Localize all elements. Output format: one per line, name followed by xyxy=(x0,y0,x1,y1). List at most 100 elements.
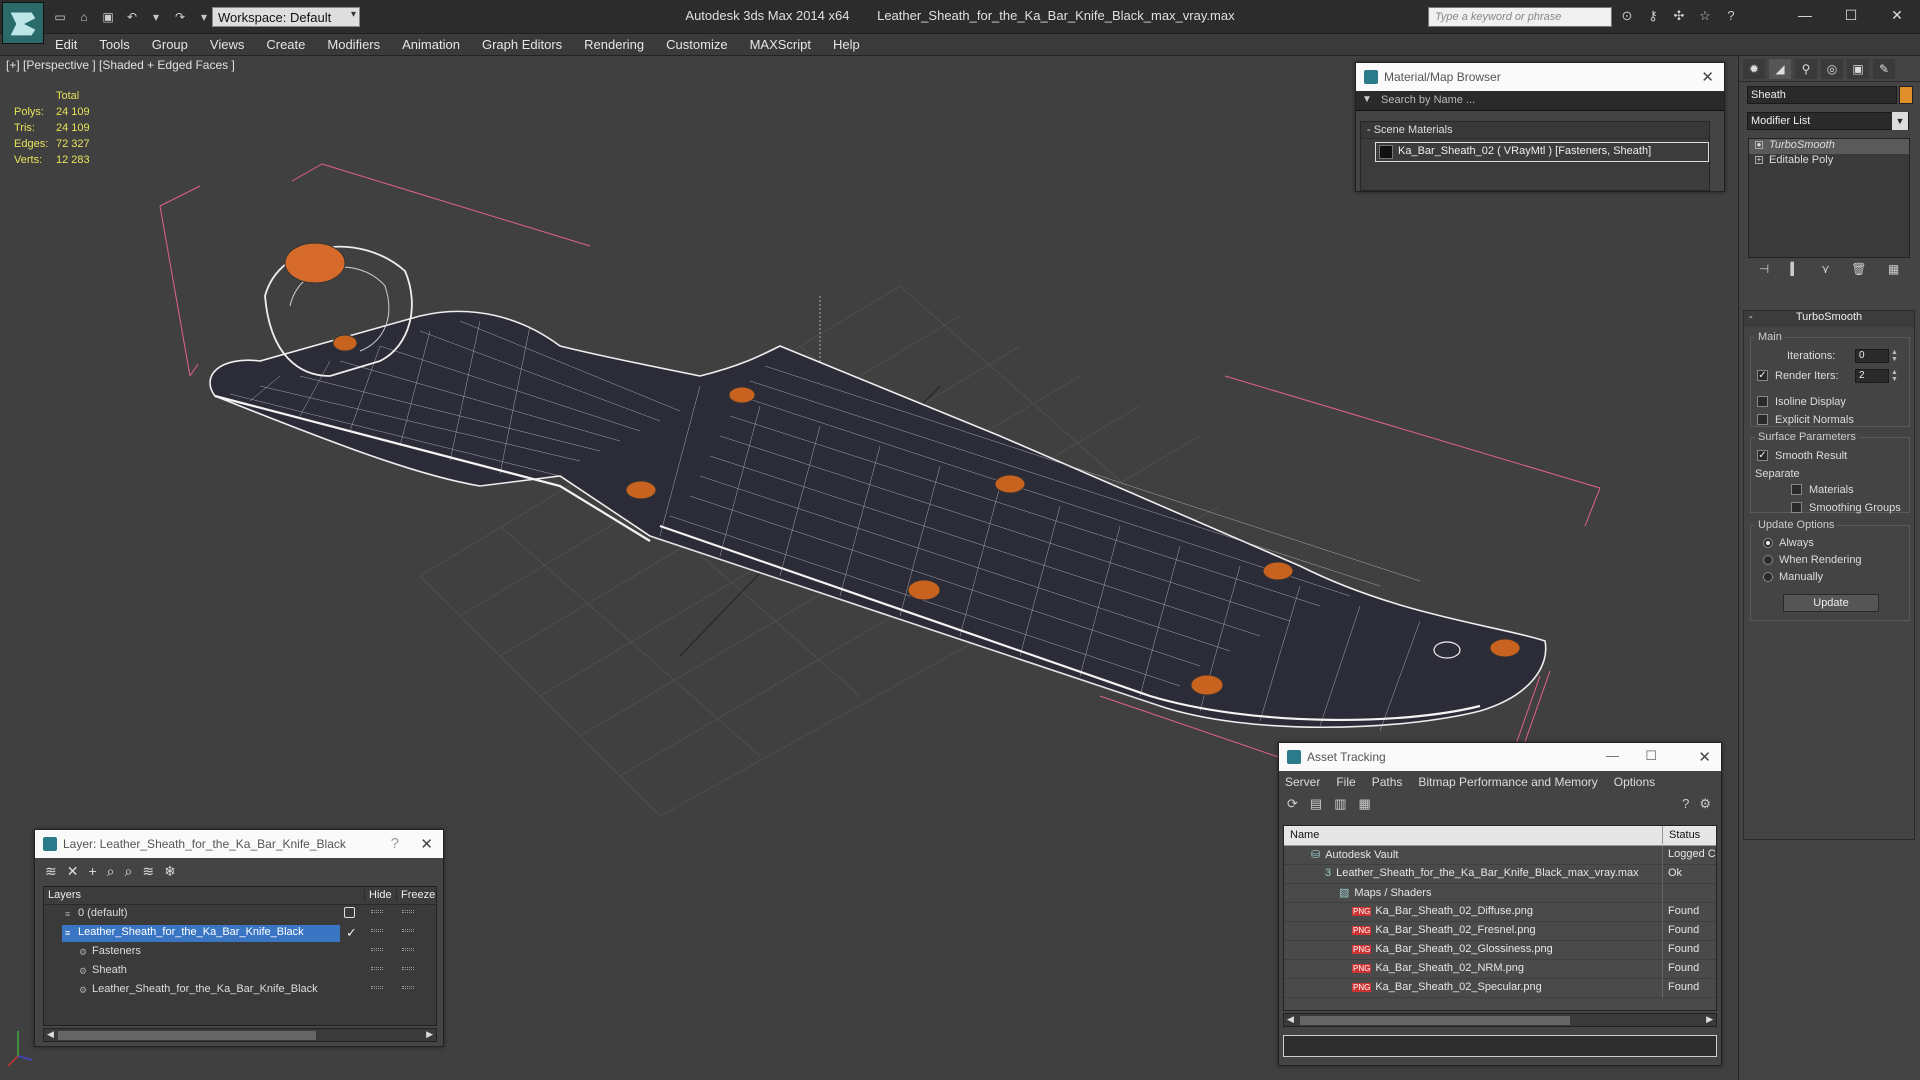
active-check-icon[interactable]: ✓ xyxy=(346,925,357,941)
hierarchy-tab-icon[interactable]: ⚲ xyxy=(1795,59,1817,79)
layer-row[interactable]: ⚙ Sheath xyxy=(44,962,436,981)
undo-dropdown-icon[interactable]: ▾ xyxy=(146,8,166,26)
configure-sets-icon[interactable]: ▦ xyxy=(1888,262,1899,282)
material-browser-titlebar[interactable]: Material/Map Browser ✕ xyxy=(1356,63,1724,91)
table-view-icon[interactable]: ▦ xyxy=(1359,796,1371,814)
scroll-right-icon[interactable]: ▶ xyxy=(1706,1014,1713,1025)
menu-create[interactable]: Create xyxy=(266,37,305,52)
asset-menu-paths[interactable]: Paths xyxy=(1372,775,1403,789)
minimize-icon[interactable]: — xyxy=(1606,748,1619,763)
menu-group[interactable]: Group xyxy=(152,37,188,52)
manually-radio[interactable] xyxy=(1763,572,1773,582)
delete-layer-icon[interactable]: ✕ xyxy=(67,863,79,880)
material-item[interactable]: Ka_Bar_Sheath_02 ( VRayMtl ) [Fasteners,… xyxy=(1375,142,1709,162)
menu-animation[interactable]: Animation xyxy=(402,37,460,52)
refresh-icon[interactable]: ⟳ xyxy=(1287,796,1298,814)
pin-stack-icon[interactable]: ⊣ xyxy=(1759,262,1769,282)
exchange-icon[interactable]: ✣ xyxy=(1670,8,1688,26)
col-status[interactable]: Status xyxy=(1662,826,1700,844)
menu-modifiers[interactable]: Modifiers xyxy=(327,37,380,52)
viewport-label[interactable]: [+] [Perspective ] [Shaded + Edged Faces… xyxy=(6,58,235,72)
asset-row[interactable]: ⛁ Autodesk Vault Logged C xyxy=(1284,846,1716,865)
smooth-result-checkbox[interactable]: ✓ xyxy=(1757,450,1768,461)
modify-tab-icon[interactable]: ◢ xyxy=(1769,59,1791,79)
active-layer-box[interactable] xyxy=(344,907,355,918)
separate-smoothing-groups-checkbox[interactable] xyxy=(1791,502,1802,513)
search-input[interactable]: Type a keyword or phrase xyxy=(1428,7,1612,27)
material-search-input[interactable]: ▼ Search by Name ... xyxy=(1356,91,1724,111)
asset-menu-options[interactable]: Options xyxy=(1614,775,1655,789)
show-end-result-icon[interactable]: ▍ xyxy=(1791,262,1800,282)
hide-all-icon[interactable]: ≋ xyxy=(142,863,154,880)
new-file-icon[interactable]: ▭ xyxy=(50,8,70,26)
hide-toggle[interactable] xyxy=(371,986,383,989)
update-button[interactable]: Update xyxy=(1783,594,1879,612)
asset-row[interactable]: PNG Ka_Bar_Sheath_02_NRM.png Found xyxy=(1284,960,1716,979)
layer-row[interactable]: ≡ Leather_Sheath_for_the_Ka_Bar_Knife_Bla… xyxy=(44,924,436,943)
make-unique-icon[interactable]: ⋎ xyxy=(1821,262,1830,282)
col-hide[interactable]: Hide xyxy=(364,889,392,901)
iterations-spinner[interactable]: 0 xyxy=(1855,349,1889,363)
help-icon[interactable]: ? xyxy=(1722,8,1740,26)
asset-tracking-titlebar[interactable]: Asset Tracking — ☐ ✕ xyxy=(1279,743,1721,771)
tree-view-icon[interactable]: ▥ xyxy=(1334,796,1346,814)
asset-row[interactable]: PNG Ka_Bar_Sheath_02_Specular.png Found xyxy=(1284,979,1716,998)
col-freeze[interactable]: Freeze xyxy=(396,889,435,901)
isoline-display-checkbox[interactable] xyxy=(1757,396,1768,407)
menu-customize[interactable]: Customize xyxy=(666,37,727,52)
scroll-thumb[interactable] xyxy=(58,1031,316,1040)
key-icon[interactable]: ⚷ xyxy=(1644,8,1662,26)
freeze-all-icon[interactable]: ❄ xyxy=(164,863,176,880)
asset-row[interactable]: PNG Ka_Bar_Sheath_02_Glossiness.png Found xyxy=(1284,941,1716,960)
render-iters-checkbox[interactable]: ✓ xyxy=(1757,370,1768,381)
filter-icon[interactable]: ▼ xyxy=(1362,94,1372,105)
binoculars-icon[interactable]: ⊙ xyxy=(1618,8,1636,26)
maximize-icon[interactable]: ☐ xyxy=(1645,748,1657,764)
bulb-icon[interactable]: ● xyxy=(1755,141,1763,149)
maximize-icon[interactable]: ☐ xyxy=(1828,0,1874,30)
hide-toggle[interactable] xyxy=(371,967,383,970)
help-icon[interactable]: ? xyxy=(1682,796,1689,812)
freeze-toggle[interactable] xyxy=(402,929,414,932)
asset-row[interactable]: 3 Leather_Sheath_for_the_Ka_Bar_Knife_Bla… xyxy=(1284,865,1716,884)
menu-tools[interactable]: Tools xyxy=(99,37,129,52)
layer-dialog-titlebar[interactable]: Layer: Leather_Sheath_for_the_Ka_Bar_Kni… xyxy=(35,830,443,858)
menu-graph-editors[interactable]: Graph Editors xyxy=(482,37,562,52)
minimize-icon[interactable]: — xyxy=(1782,0,1828,30)
settings-icon[interactable]: ⚙ xyxy=(1699,796,1711,812)
remove-modifier-icon[interactable]: 🗑 xyxy=(1851,262,1866,282)
object-color-swatch[interactable] xyxy=(1899,86,1913,104)
explicit-normals-checkbox[interactable] xyxy=(1757,414,1768,425)
asset-row[interactable]: PNG Ka_Bar_Sheath_02_Fresnel.png Found xyxy=(1284,922,1716,941)
asset-row[interactable]: ▧ Maps / Shaders xyxy=(1284,884,1716,903)
close-icon[interactable]: ✕ xyxy=(1698,748,1711,766)
menu-help[interactable]: Help xyxy=(833,37,860,52)
star-icon[interactable]: ☆ xyxy=(1696,8,1714,26)
undo-icon[interactable]: ↶ xyxy=(122,8,142,26)
redo-dropdown-icon[interactable]: ▾ xyxy=(194,8,214,26)
asset-menu-server[interactable]: Server xyxy=(1285,775,1320,789)
spinner-arrows-icon[interactable]: ▲ ▼ xyxy=(1891,369,1899,383)
freeze-toggle[interactable] xyxy=(402,986,414,989)
object-name-field[interactable]: Sheath xyxy=(1747,86,1897,104)
col-layers[interactable]: Layers xyxy=(48,889,81,901)
display-tab-icon[interactable]: ▣ xyxy=(1847,59,1869,79)
always-radio[interactable] xyxy=(1763,538,1773,548)
layer-row[interactable]: ⚙ Leather_Sheath_for_the_Ka_Bar_Knife_Bla… xyxy=(44,981,436,1000)
workspace-dropdown[interactable]: Workspace: Default ▾ xyxy=(212,7,360,27)
asset-horizontal-scrollbar[interactable]: ◀ ▶ xyxy=(1283,1013,1717,1027)
stack-item-turbosmooth[interactable]: ● TurboSmooth xyxy=(1749,139,1909,154)
open-file-icon[interactable]: ⌂ xyxy=(74,8,94,26)
spinner-arrows-icon[interactable]: ▲ ▼ xyxy=(1891,349,1899,363)
freeze-toggle[interactable] xyxy=(402,967,414,970)
create-layer-icon[interactable]: ≋ xyxy=(45,863,57,880)
hide-toggle[interactable] xyxy=(371,929,383,932)
separate-materials-checkbox[interactable] xyxy=(1791,484,1802,495)
app-logo-icon[interactable] xyxy=(2,2,44,44)
scroll-left-icon[interactable]: ◀ xyxy=(1287,1014,1294,1025)
hide-toggle[interactable] xyxy=(371,948,383,951)
scroll-right-icon[interactable]: ▶ xyxy=(426,1029,433,1040)
help-icon[interactable]: ? xyxy=(391,835,399,852)
when-rendering-radio[interactable] xyxy=(1763,555,1773,565)
create-tab-icon[interactable]: ✹ xyxy=(1743,59,1765,79)
